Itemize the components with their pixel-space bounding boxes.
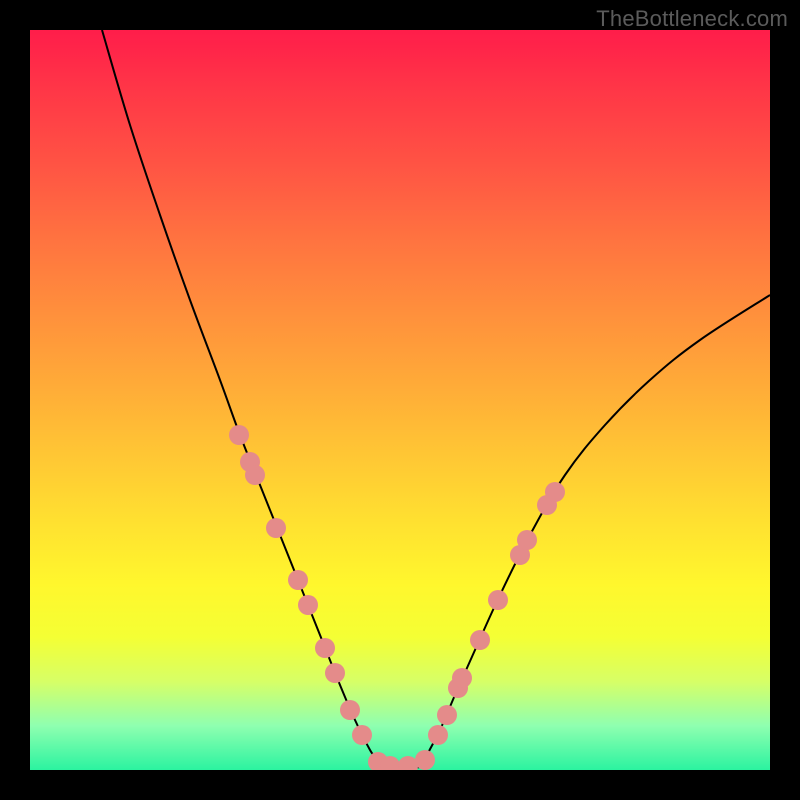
chart-svg <box>30 30 770 770</box>
curve-group <box>102 30 770 768</box>
watermark-text: TheBottleneck.com <box>596 6 788 32</box>
data-marker <box>517 530 537 550</box>
data-marker <box>340 700 360 720</box>
data-marker <box>266 518 286 538</box>
data-marker <box>452 668 472 688</box>
data-marker <box>245 465 265 485</box>
outer-frame: TheBottleneck.com <box>0 0 800 800</box>
data-marker <box>428 725 448 745</box>
data-marker <box>352 725 372 745</box>
bottleneck-curve <box>102 30 770 768</box>
marker-group <box>229 425 565 770</box>
data-marker <box>229 425 249 445</box>
data-marker <box>288 570 308 590</box>
data-marker <box>415 750 435 770</box>
data-marker <box>488 590 508 610</box>
data-marker <box>545 482 565 502</box>
data-marker <box>470 630 490 650</box>
plot-area <box>30 30 770 770</box>
data-marker <box>325 663 345 683</box>
data-marker <box>398 756 418 770</box>
data-marker <box>315 638 335 658</box>
data-marker <box>298 595 318 615</box>
data-marker <box>437 705 457 725</box>
